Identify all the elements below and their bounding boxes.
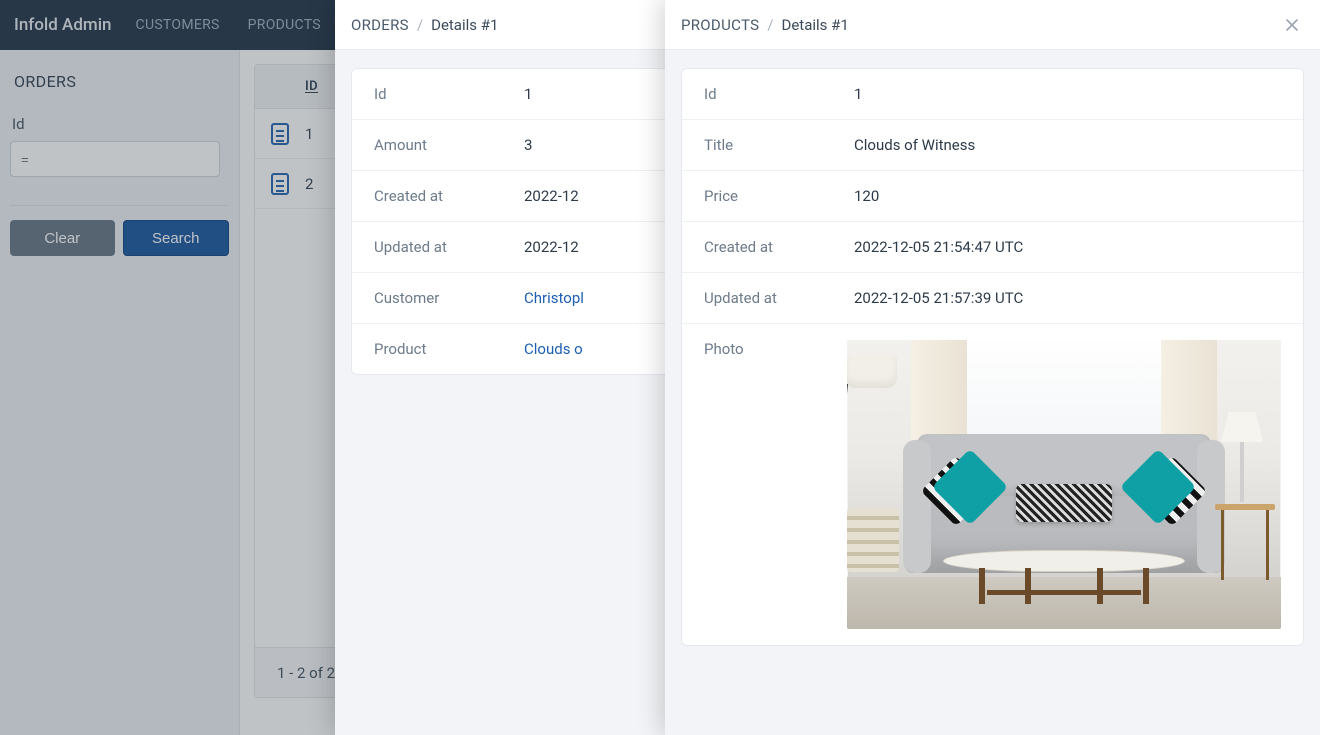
- sidebar: ORDERS Id Clear Search: [0, 50, 240, 735]
- field-product-label: Product: [374, 340, 524, 358]
- field-created-label: Created at: [704, 238, 854, 256]
- field-updated-value: 2022-12-05 21:57:39 UTC: [854, 289, 1281, 307]
- field-id-label: Id: [704, 85, 854, 103]
- clear-button[interactable]: Clear: [10, 220, 115, 256]
- field-created-label: Created at: [374, 187, 524, 205]
- close-icon[interactable]: [1280, 13, 1304, 37]
- nav-customers[interactable]: CUSTOMERS: [124, 17, 232, 33]
- product-fields-card: Id 1 Title Clouds of Witness Price 120 C…: [681, 68, 1304, 646]
- products-detail-panel: PRODUCTS / Details #1 Id 1 Title Clouds …: [665, 0, 1320, 735]
- search-button[interactable]: Search: [123, 220, 230, 256]
- brand[interactable]: Infold Admin: [12, 15, 120, 35]
- row-detail-icon[interactable]: [255, 173, 305, 195]
- product-photo[interactable]: [847, 340, 1281, 629]
- crumb-leaf: Details #1: [431, 16, 498, 34]
- document-icon: [271, 123, 289, 145]
- x-icon: [1284, 17, 1300, 33]
- crumb-leaf: Details #1: [782, 16, 849, 34]
- sidebar-title: ORDERS: [0, 50, 239, 109]
- field-created-value: 2022-12-05 21:54:47 UTC: [854, 238, 1281, 256]
- row-detail-icon[interactable]: [255, 123, 305, 145]
- crumb-sep: /: [767, 16, 773, 34]
- field-amount-label: Amount: [374, 136, 524, 154]
- field-photo-value: [847, 340, 1281, 629]
- field-customer-label: Customer: [374, 289, 524, 307]
- field-title-label: Title: [704, 136, 854, 154]
- products-panel-header: PRODUCTS / Details #1: [665, 0, 1320, 50]
- crumb-root[interactable]: ORDERS: [351, 16, 409, 34]
- filter-id-input[interactable]: [10, 141, 220, 177]
- field-price-value: 120: [854, 187, 1281, 205]
- document-icon: [271, 173, 289, 195]
- field-updated-label: Updated at: [374, 238, 524, 256]
- filter-block: Id: [0, 109, 239, 189]
- field-id-label: Id: [374, 85, 524, 103]
- crumb-sep: /: [417, 16, 423, 34]
- field-title-value: Clouds of Witness: [854, 136, 1281, 154]
- filter-divider: [10, 205, 229, 206]
- nav-products[interactable]: PRODUCTS: [236, 17, 333, 33]
- field-updated-label: Updated at: [704, 289, 854, 307]
- field-id-value: 1: [854, 85, 1281, 103]
- breadcrumb: PRODUCTS / Details #1: [681, 16, 849, 34]
- breadcrumb: ORDERS / Details #1: [351, 16, 498, 34]
- crumb-root[interactable]: PRODUCTS: [681, 16, 759, 34]
- filter-id-label: Id: [10, 115, 229, 133]
- field-price-label: Price: [704, 187, 854, 205]
- field-photo-label: Photo: [704, 340, 847, 358]
